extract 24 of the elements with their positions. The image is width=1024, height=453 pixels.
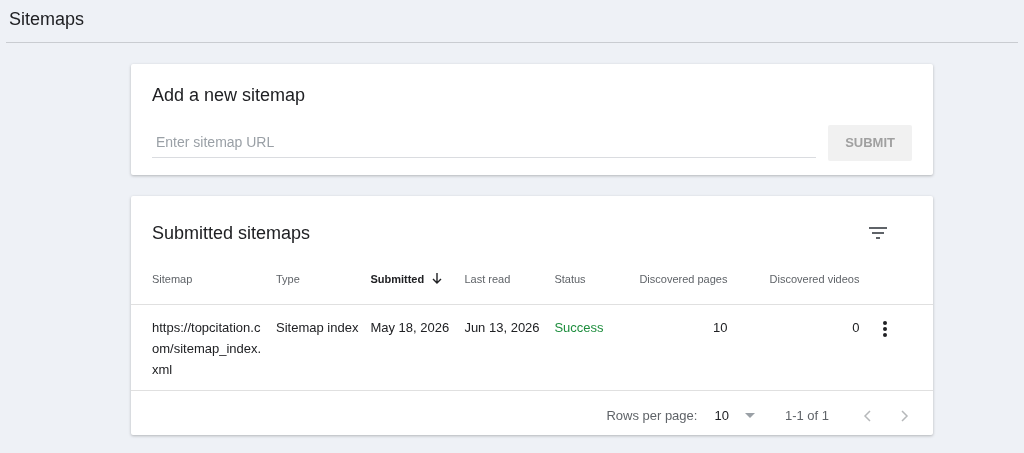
more-options-icon[interactable]: [883, 321, 888, 338]
column-header[interactable]: Last read: [464, 272, 511, 285]
table-cell: Jun 13, 2026: [464, 319, 540, 335]
card-title: Add a new sitemap: [152, 84, 307, 107]
table-cell: Sitemap index: [276, 319, 359, 335]
column-header[interactable]: Discovered videos: [769, 272, 860, 285]
column-header[interactable]: Type: [276, 272, 300, 285]
sort-arrow-icon[interactable]: [432, 272, 443, 284]
table-cell: 10: [713, 319, 728, 335]
filter-icon[interactable]: [869, 227, 887, 239]
column-header[interactable]: Submitted: [370, 272, 425, 285]
status-text: Success: [554, 319, 604, 335]
table-cell: 0: [852, 319, 860, 335]
rows-per-page-select[interactable]: 10: [714, 405, 755, 426]
column-header[interactable]: Sitemap: [152, 272, 193, 285]
column-header[interactable]: Status: [554, 272, 586, 285]
page-title: Sitemaps: [9, 9, 85, 29]
table-cell: May 18, 2026: [370, 319, 450, 335]
card-title: Submitted sitemaps: [152, 221, 311, 245]
column-header[interactable]: Discovered pages: [639, 272, 728, 285]
dropdown-caret-icon[interactable]: [744, 413, 755, 418]
sitemap-url: https://topcitation.com/sitemap_index.xml: [152, 318, 263, 379]
rows-per-page-label: Rows per page:: [606, 406, 698, 425]
page-range: 1-1 of 1: [784, 406, 829, 425]
